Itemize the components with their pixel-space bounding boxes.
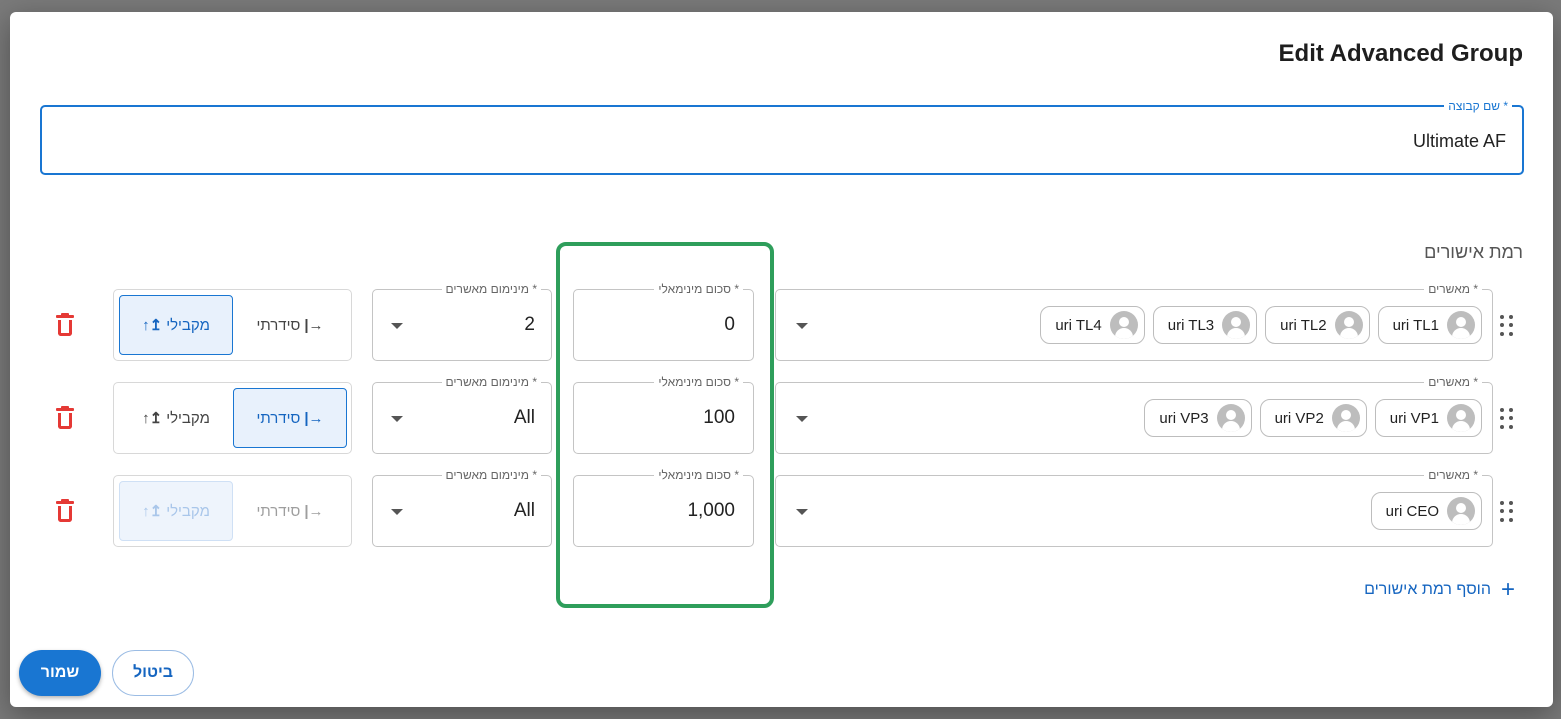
- min-amount-label: סכום מינימאלי *: [654, 281, 743, 297]
- person-icon: [1109, 311, 1138, 339]
- min-approvers-select[interactable]: מינימום מאשרים * All: [372, 374, 552, 454]
- approver-chip[interactable]: uri TL4: [1040, 306, 1145, 344]
- min-approvers-label: מינימום מאשרים *: [441, 281, 541, 297]
- min-amount-value: 1,000: [687, 500, 735, 521]
- approvers-label: מאשרים *: [1424, 281, 1482, 297]
- person-icon: [1222, 311, 1251, 339]
- min-approvers-value: All: [513, 500, 535, 521]
- approver-chip[interactable]: uri CEO: [1370, 492, 1482, 530]
- serial-mode-button[interactable]: →| סידרתי: [233, 295, 347, 355]
- approver-name: uri CEO: [1385, 502, 1439, 520]
- min-amount-field[interactable]: סכום מינימאלי * 0: [573, 281, 754, 361]
- arrows-up-icon: ↥↑: [142, 410, 163, 427]
- min-amount-value: 0: [724, 314, 735, 335]
- min-approvers-select[interactable]: מינימום מאשרים * 2: [372, 281, 552, 361]
- person-icon: [1447, 404, 1475, 432]
- add-approval-level-label: הוסף רמת אישורים: [1364, 581, 1491, 598]
- approver-name: uri TL3: [1167, 316, 1215, 334]
- min-approvers-label: מינימום מאשרים *: [441, 467, 541, 483]
- serial-mode-button: →| סידרתי: [256, 502, 324, 520]
- chevron-down-icon: [391, 323, 403, 329]
- approver-chip[interactable]: uri TL3: [1152, 306, 1258, 344]
- mode-toggle-group: →| סידרתי מקבילי ↥↑: [113, 289, 352, 361]
- approver-name: uri VP2: [1274, 409, 1324, 427]
- trash-icon[interactable]: [56, 313, 74, 337]
- parallel-mode-button[interactable]: מקבילי ↥↑: [119, 388, 233, 448]
- trash-icon[interactable]: [56, 499, 74, 523]
- drag-handle-icon[interactable]: [1500, 315, 1514, 337]
- min-amount-label: סכום מינימאלי *: [654, 374, 743, 390]
- person-icon: [1334, 311, 1363, 339]
- approval-levels-label: רמת אישורים: [1424, 242, 1523, 262]
- person-icon: [1331, 404, 1360, 432]
- approver-name: uri TL2: [1280, 316, 1327, 334]
- person-icon: [1447, 497, 1475, 525]
- min-approvers-value: 2: [524, 314, 535, 335]
- chevron-down-icon[interactable]: [796, 509, 808, 515]
- approver-name: uri VP1: [1389, 409, 1439, 427]
- approver-chip[interactable]: uri VP3: [1144, 399, 1252, 437]
- approvers-label: מאשרים *: [1424, 374, 1482, 390]
- plus-icon: +: [1500, 576, 1515, 603]
- approvers-label: מאשרים *: [1424, 467, 1482, 483]
- dialog-title: Edit Advanced Group: [1278, 40, 1523, 67]
- approver-name: uri VP3: [1159, 409, 1209, 427]
- arrows-up-icon: ↥↑: [142, 317, 163, 334]
- arrow-right-bar-icon: →|: [304, 502, 324, 520]
- approver-chip[interactable]: uri VP1: [1374, 399, 1482, 437]
- drag-handle-icon[interactable]: [1500, 501, 1514, 523]
- serial-mode-button[interactable]: →| סידרתי: [233, 388, 347, 448]
- approvers-field[interactable]: מאשרים * uri CEO: [775, 467, 1493, 547]
- parallel-mode-button: מקבילי ↥↑: [119, 481, 233, 541]
- min-amount-field[interactable]: סכום מינימאלי * 100: [573, 374, 754, 454]
- arrow-right-bar-icon: →|: [304, 316, 324, 334]
- approvers-field[interactable]: מאשרים * uri VP1 uri VP2 uri VP3: [775, 374, 1493, 454]
- approval-level-row: מאשרים * uri TL1 uri TL2 uri TL3 uri TL4…: [10, 281, 1553, 361]
- min-approvers-label: מינימום מאשרים *: [441, 374, 541, 390]
- min-amount-field[interactable]: סכום מינימאלי * 1,000: [573, 467, 754, 547]
- mode-toggle-group: →| סידרתי מקבילי ↥↑: [113, 382, 352, 454]
- arrows-up-icon: ↥↑: [142, 503, 163, 520]
- arrow-right-bar-icon: →|: [304, 409, 324, 427]
- group-name-value: Ultimate AF: [1412, 131, 1506, 151]
- edit-group-dialog: Edit Advanced Group שם קבוצה * Ultimate …: [10, 12, 1553, 707]
- mode-toggle-group: →| סידרתי מקבילי ↥↑: [113, 475, 352, 547]
- drag-handle-icon[interactable]: [1500, 408, 1514, 430]
- approver-chip[interactable]: uri TL2: [1265, 306, 1370, 344]
- person-icon: [1216, 404, 1245, 432]
- approval-level-row: מאשרים * uri CEO סכום מינימאלי * 1,000 מ…: [10, 467, 1553, 547]
- approver-name: uri TL4: [1055, 316, 1102, 334]
- chevron-down-icon[interactable]: [796, 323, 808, 329]
- min-approvers-select[interactable]: מינימום מאשרים * All: [372, 467, 552, 547]
- chevron-down-icon: [391, 509, 403, 515]
- parallel-mode-button[interactable]: מקבילי ↥↑: [119, 295, 233, 355]
- cancel-button[interactable]: ביטול: [112, 650, 194, 696]
- approval-level-row: מאשרים * uri VP1 uri VP2 uri VP3 סכום מי…: [10, 374, 1553, 454]
- chevron-down-icon: [391, 416, 403, 422]
- save-button[interactable]: שמור: [19, 650, 101, 696]
- chevron-down-icon[interactable]: [796, 416, 808, 422]
- approvers-field[interactable]: מאשרים * uri TL1 uri TL2 uri TL3 uri TL4: [775, 281, 1493, 361]
- group-name-label: שם קבוצה *: [1444, 98, 1512, 114]
- min-amount-label: סכום מינימאלי *: [654, 467, 743, 483]
- trash-icon[interactable]: [56, 406, 74, 430]
- add-approval-level-button[interactable]: + הוסף רמת אישורים: [1364, 576, 1515, 603]
- approver-chip[interactable]: uri TL1: [1377, 306, 1482, 344]
- min-amount-value: 100: [703, 407, 735, 428]
- group-name-field[interactable]: שם קבוצה * Ultimate AF: [40, 98, 1524, 175]
- approver-name: uri TL1: [1392, 316, 1439, 334]
- approver-chip[interactable]: uri VP2: [1259, 399, 1367, 437]
- person-icon: [1447, 311, 1475, 339]
- min-approvers-value: All: [513, 407, 535, 428]
